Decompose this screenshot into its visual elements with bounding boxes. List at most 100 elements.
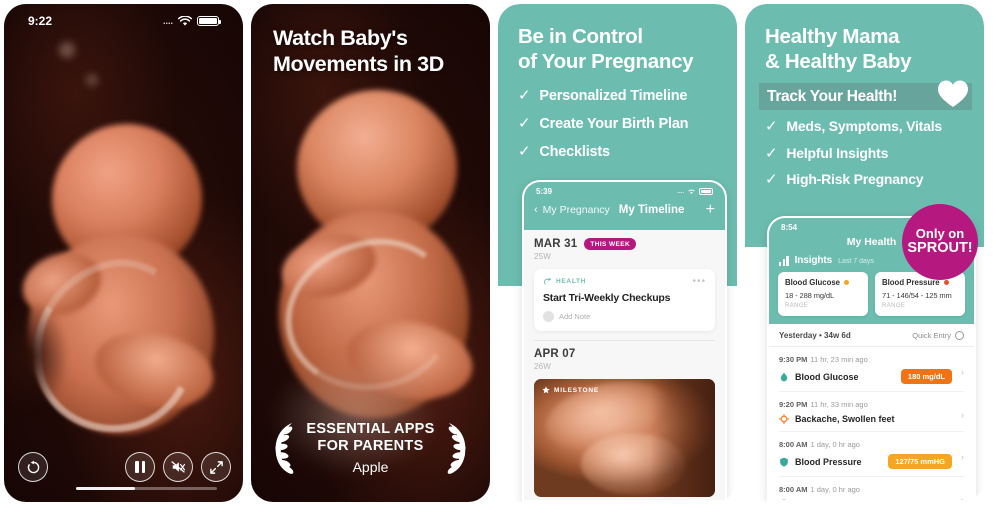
milestone-photo-card[interactable]: MILESTONE [534, 379, 715, 497]
battery-icon [699, 188, 713, 195]
this-week-badge: THIS WEEK [584, 238, 637, 250]
entry-time: 9:20 PM [779, 400, 808, 409]
signal-dots-icon: .... [162, 16, 173, 26]
quick-entry-button[interactable]: Quick Entry [912, 331, 964, 340]
laurel-left-icon [275, 423, 294, 474]
award-line-1: ESSENTIAL APPS [306, 420, 435, 437]
status-dot-icon [943, 280, 949, 285]
feature-bullet: ✓ High-Risk Pregnancy [765, 171, 974, 189]
check-icon: ✓ [518, 87, 531, 104]
feature-bullet: ✓ Checklists [518, 142, 727, 161]
feature-bullet-list: ✓ Meds, Symptoms, Vitals ✓ Helpful Insig… [765, 118, 974, 199]
droplet-icon [780, 372, 788, 381]
award-text: ESSENTIAL APPS FOR PARENTS Apple [306, 421, 434, 475]
entry-name: Prenatal Vitamin [795, 499, 865, 500]
timeline-card[interactable]: HEALTH ••• Start Tri-Weekly Checkups Add… [534, 269, 715, 331]
chevron-right-icon: › [961, 367, 964, 377]
nav-parent-label[interactable]: My Pregnancy [543, 204, 610, 216]
screenshot-panel-health-tracking[interactable]: Healthy Mama & Healthy Baby Track Your H… [745, 4, 984, 502]
only-on-sprout-badge: Only on SPROUT! [902, 204, 978, 280]
heart-icon [938, 80, 968, 107]
app-store-screenshot-gallery: 9:22 .... Watch Baby's Movements in 3D E… [0, 0, 993, 506]
entry-count: 1 Pills [931, 500, 952, 501]
add-note-button[interactable]: Add Note [543, 311, 706, 322]
panel-headline: Be in Control of Your Pregnancy [518, 24, 723, 74]
feature-bullet-label: Meds, Symptoms, Vitals [786, 118, 942, 134]
expand-icon [209, 460, 223, 474]
signal-dots-icon: .... [677, 188, 684, 195]
track-health-label: Track Your Health! [767, 87, 898, 105]
insights-label: Insights [794, 255, 833, 266]
timeline-week: 26W [534, 362, 552, 371]
health-entry-list: 9:30 PM 11 hr, 23 min ago Blood Glucose 1… [769, 347, 974, 502]
badge-line-1: Only on [915, 226, 965, 242]
subbar-date-label: Yesterday • 34w 6d [779, 331, 851, 340]
video-progress-bar[interactable] [76, 487, 217, 490]
screenshot-panel-pregnancy-control[interactable]: Be in Control of Your Pregnancy ✓ Person… [498, 4, 737, 502]
entry-time: 8:00 AM [779, 440, 808, 449]
insight-card-name: Blood Glucose [785, 278, 841, 287]
timeline-header: 5:39 .... ‹ My Pregnancy My Timeline + [524, 182, 725, 230]
pause-button[interactable] [125, 452, 155, 482]
check-icon: ✓ [518, 142, 531, 160]
check-icon: ✓ [765, 144, 778, 162]
chevron-right-icon: › [961, 494, 964, 502]
health-entry-row[interactable]: 8:00 AM1 day, 0 hr ago Prenatal Vitamin … [779, 476, 964, 502]
health-entry-row[interactable]: 8:00 AM 1 day, 0 hr ago Blood Pressure 12… [779, 431, 964, 476]
screenshot-panel-3d-movements[interactable]: Watch Baby's Movements in 3D ESSENTIAL A… [251, 4, 490, 502]
timeline-nav-bar[interactable]: ‹ My Pregnancy My Timeline + [524, 198, 725, 224]
insights-subtitle: Last 7 days [838, 258, 874, 265]
wifi-icon [688, 189, 695, 195]
add-note-icon [543, 311, 554, 322]
status-time: 9:22 [28, 14, 53, 28]
check-icon: ✓ [765, 118, 778, 135]
bar-chart-icon [779, 256, 789, 266]
headline-line-2: & Healthy Baby [765, 50, 912, 73]
nav-title: My Timeline [618, 204, 685, 216]
timeline-entry: MAR 31 THIS WEEK 25W HEALTH ••• Start Tr… [534, 238, 715, 341]
feature-bullet: ✓ Create Your Birth Plan [518, 114, 727, 133]
insight-card-name: Blood Pressure [882, 278, 940, 287]
expand-button[interactable] [201, 452, 231, 482]
health-subbar: Yesterday • 34w 6d Quick Entry [769, 324, 974, 347]
health-entry-row[interactable]: 9:20 PM 11 hr, 33 min ago Backache, Swoll… [779, 391, 964, 431]
pause-icon [135, 461, 145, 473]
mute-icon [171, 461, 186, 473]
screenshot-panel-video[interactable]: 9:22 .... [4, 4, 243, 502]
entry-value-pill: 127/75 mmHG [888, 454, 952, 469]
replay-button[interactable] [18, 452, 48, 482]
timeline-date: MAR 31 [534, 238, 578, 250]
speckle-dot [86, 74, 98, 86]
health-entry-row[interactable]: 9:30 PM 11 hr, 23 min ago Blood Glucose 1… [779, 347, 964, 391]
insight-card-value: 71 - 146/54 - 125 mm [882, 291, 952, 300]
add-entry-button[interactable]: + [706, 202, 715, 218]
status-time: 8:54 [781, 223, 798, 232]
headline-line-2: Movements in 3D [273, 51, 444, 76]
badge-line-2: SPROUT! [907, 240, 973, 257]
insight-card-range-label: RANGE [882, 303, 906, 309]
milestone-tag: MILESTONE [542, 386, 599, 394]
insight-card[interactable]: Blood Pressure 71 - 146/54 - 125 mm RANG… [875, 272, 965, 316]
pill-icon [782, 499, 786, 500]
status-dot-icon [844, 280, 850, 285]
divider [534, 340, 715, 341]
phone-mockup-timeline: 5:39 .... ‹ My Pregnancy My Timeline + M… [522, 180, 727, 502]
entry-name: Blood Pressure [795, 456, 862, 467]
back-chevron-icon[interactable]: ‹ [534, 204, 538, 216]
card-category-label: HEALTH [556, 278, 587, 285]
card-title: Start Tri-Weekly Checkups [543, 292, 671, 304]
health-icon [543, 278, 551, 285]
symptom-icon [779, 414, 789, 424]
card-overflow-menu[interactable]: ••• [692, 276, 706, 286]
check-icon: ✓ [518, 114, 531, 132]
feature-bullet-label: Personalized Timeline [539, 88, 688, 104]
check-icon: ✓ [765, 171, 778, 188]
milestone-label: MILESTONE [554, 386, 600, 394]
feature-bullet: ✓ Personalized Timeline [518, 87, 727, 105]
insight-card[interactable]: Blood Glucose 18 - 288 mg/dL RANGE [778, 272, 868, 316]
quick-entry-label: Quick Entry [912, 331, 951, 340]
mute-button[interactable] [163, 452, 193, 482]
card-category: HEALTH [543, 277, 586, 286]
timeline-date: APR 07 [534, 348, 576, 360]
insight-card-value: 18 - 288 mg/dL [785, 291, 835, 300]
